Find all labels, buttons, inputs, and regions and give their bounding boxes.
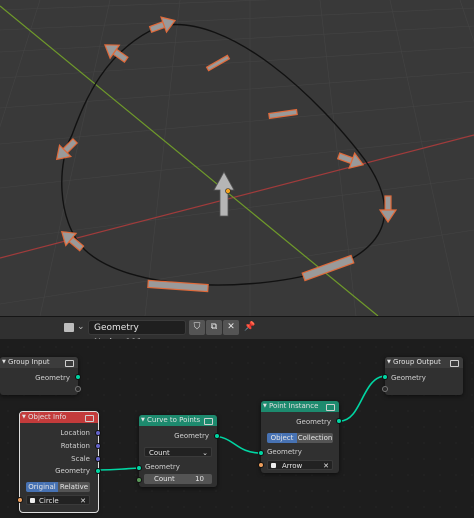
copy-icon: ⧉ <box>210 322 218 332</box>
node-group-output[interactable]: ▼ Group Output Geometry <box>382 357 463 395</box>
node-title: Curve to Points <box>147 416 201 424</box>
link-objectinfo-to-curvetopoints[interactable] <box>97 467 140 471</box>
socket-label: Geometry <box>391 374 426 382</box>
link-pointinstance-to-groupoutput[interactable] <box>339 375 387 422</box>
socket-label: Location <box>60 429 90 437</box>
socket-label: Scale <box>71 455 90 463</box>
preview-icon <box>450 360 459 367</box>
socket-label: Geometry <box>296 418 331 426</box>
output-socket-location[interactable] <box>95 430 101 436</box>
output-socket-rotation[interactable] <box>95 443 101 449</box>
object-origin-arrow[interactable] <box>213 171 235 217</box>
chevron-down-icon: ⌄ <box>202 449 208 457</box>
input-socket-geometry[interactable] <box>382 374 388 380</box>
socket-label: Geometry <box>145 463 180 471</box>
node-editor-icon <box>64 323 74 332</box>
shield-icon: ⛉ <box>193 322 201 332</box>
count-value: 10 <box>195 475 204 483</box>
input-socket-geometry[interactable] <box>136 465 142 471</box>
socket-label: Rotation <box>60 442 90 450</box>
node-title: Group Output <box>393 358 441 366</box>
unlink-button[interactable]: ✕ <box>223 320 239 335</box>
output-socket-scale[interactable] <box>95 456 101 462</box>
object-field[interactable]: Arrow ✕ <box>267 460 333 470</box>
node-header: ▼ Point Instance <box>261 401 339 412</box>
output-socket-geometry[interactable] <box>95 468 101 474</box>
input-socket-object[interactable] <box>258 462 264 468</box>
collapse-arrow-icon[interactable]: ▼ <box>2 357 6 368</box>
close-icon[interactable]: ✕ <box>80 496 86 506</box>
instanced-arrows[interactable] <box>51 13 398 293</box>
collapse-arrow-icon[interactable]: ▼ <box>263 401 267 412</box>
node-tree-name-field[interactable]: Geometry Nodes.001 <box>88 320 186 348</box>
node-header: ▼ Object Info <box>20 412 98 423</box>
output-socket-geometry[interactable] <box>336 418 342 424</box>
object-field-value: Arrow <box>282 462 303 470</box>
node-header: ▼ Group Input <box>0 357 78 368</box>
duplicate-button[interactable]: ⧉ <box>206 320 222 335</box>
object-field[interactable]: Circle ✕ <box>26 495 90 505</box>
close-icon[interactable]: ✕ <box>323 461 329 471</box>
close-icon: ✕ <box>227 322 235 332</box>
type-object-button[interactable]: Object <box>267 433 297 443</box>
output-socket-geometry[interactable] <box>214 433 220 439</box>
pin-button[interactable]: 📌 <box>242 320 258 335</box>
socket-label: Geometry <box>35 374 70 382</box>
object-icon <box>271 463 276 468</box>
node-title: Group Input <box>8 358 50 366</box>
count-label: Count <box>154 475 175 483</box>
node-point-instance[interactable]: ▼ Point Instance Geometry Object Collect… <box>258 401 342 473</box>
viewport-scene <box>0 0 474 316</box>
input-socket-geometry[interactable] <box>258 450 264 456</box>
node-title: Point Instance <box>269 402 319 410</box>
mode-relative-button[interactable]: Relative <box>58 482 90 492</box>
count-field[interactable]: Count 10 <box>144 474 212 484</box>
node-header: ▼ Curve to Points <box>139 415 217 426</box>
socket-label: Geometry <box>174 432 209 440</box>
collapse-arrow-icon[interactable]: ▼ <box>22 412 26 423</box>
3d-viewport[interactable] <box>0 0 474 316</box>
object-icon <box>30 498 35 503</box>
node-object-info[interactable]: ▼ Object Info Location Rotation Scale Ge… <box>17 411 101 513</box>
pin-icon: 📌 <box>244 322 256 332</box>
input-socket-object[interactable] <box>17 497 23 503</box>
mode-dropdown[interactable]: Count ⌄ <box>144 447 212 457</box>
preview-icon <box>326 404 335 411</box>
fake-user-button[interactable]: ⛉ <box>189 320 205 335</box>
preview-icon <box>85 415 94 422</box>
chevron-down-icon: ⌄ <box>77 322 85 332</box>
node-editor-header: ⌄ Geometry Nodes.001 ⛉ ⧉ ✕ 📌 <box>0 316 474 348</box>
type-collection-button[interactable]: Collection <box>297 433 333 443</box>
preview-icon <box>204 418 213 425</box>
node-canvas[interactable]: ▼ Group Input Geometry ▼ Group Output Ge… <box>0 339 474 518</box>
node-group-input[interactable]: ▼ Group Input Geometry <box>0 357 81 395</box>
output-socket-geometry[interactable] <box>75 374 81 380</box>
object-field-value: Circle <box>39 497 59 505</box>
mode-dropdown-value: Count <box>149 449 170 457</box>
socket-label: Geometry <box>55 467 90 475</box>
input-socket-empty[interactable] <box>382 386 388 392</box>
collapse-arrow-icon[interactable]: ▼ <box>387 357 391 368</box>
node-header: ▼ Group Output <box>385 357 463 368</box>
editor-type-selector[interactable]: ⌄ <box>62 321 86 335</box>
collapse-arrow-icon[interactable]: ▼ <box>141 415 145 426</box>
node-title: Object Info <box>28 413 67 421</box>
output-socket-empty[interactable] <box>75 386 81 392</box>
socket-label: Geometry <box>267 448 302 456</box>
preview-icon <box>65 360 74 367</box>
mode-original-button[interactable]: Original <box>26 482 58 492</box>
floor-grid <box>0 0 474 316</box>
node-curve-to-points[interactable]: ▼ Curve to Points Geometry Count ⌄ Geome… <box>136 415 220 487</box>
input-socket-count[interactable] <box>136 477 142 483</box>
